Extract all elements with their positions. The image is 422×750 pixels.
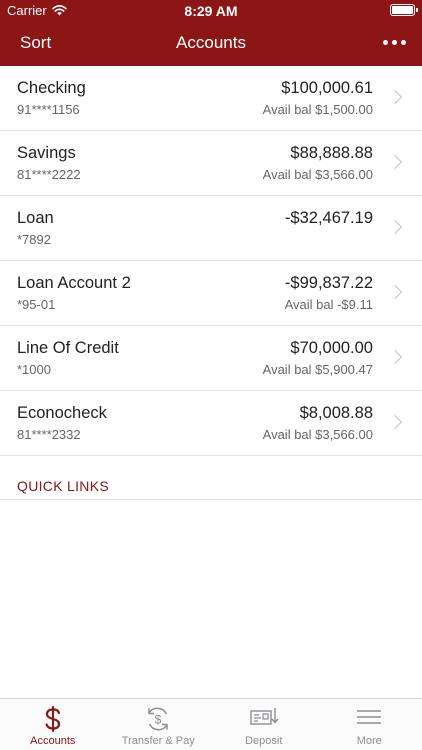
transfer-icon: $: [148, 707, 168, 731]
tab-deposit[interactable]: Deposit: [211, 699, 317, 750]
tab-label: Deposit: [245, 735, 283, 747]
account-number: *1000: [17, 362, 51, 377]
chevron-right-icon: [387, 154, 403, 170]
tab-accounts[interactable]: Accounts: [0, 699, 106, 750]
account-balance: $8,008.88: [299, 404, 373, 422]
sort-button[interactable]: Sort: [20, 33, 51, 53]
account-name: Savings: [17, 144, 76, 162]
quick-links-heading: QUICK LINKS: [17, 478, 109, 494]
account-number: 81****2222: [17, 167, 81, 182]
available-balance: Avail bal $3,566.00: [262, 167, 373, 182]
account-balance: $100,000.61: [281, 79, 373, 97]
account-number: 91****1156: [17, 102, 80, 117]
dot: [383, 40, 388, 45]
account-name: Line Of Credit: [17, 339, 119, 357]
chevron-right-icon: [387, 284, 403, 300]
tab-transfer-pay[interactable]: $ Transfer & Pay: [106, 699, 212, 750]
dot: [392, 40, 397, 45]
svg-text:$: $: [155, 713, 162, 727]
dot: [401, 40, 406, 45]
account-name: Loan: [17, 209, 54, 227]
available-balance: Avail bal $5,900.47: [262, 362, 373, 377]
chevron-right-icon: [387, 89, 403, 105]
account-balance: $88,888.88: [290, 144, 373, 162]
available-balance: Avail bal $3,566.00: [262, 427, 373, 442]
status-time: 8:29 AM: [184, 3, 238, 19]
more-options-icon[interactable]: [383, 40, 406, 45]
status-bar: Carrier 8:29 AM: [0, 0, 422, 22]
account-number: 81****2332: [17, 427, 81, 442]
chevron-right-icon: [387, 414, 403, 430]
account-name: Econocheck: [17, 404, 107, 422]
tab-more[interactable]: More: [317, 699, 422, 750]
account-row-loan-account-2[interactable]: Loan Account 2 *95-01 -$99,837.22 Avail …: [0, 261, 422, 326]
available-balance: Avail bal -$9.11: [284, 297, 373, 312]
tab-label: More: [356, 735, 382, 747]
page-title: Accounts: [176, 33, 246, 52]
chevron-right-icon: [387, 219, 403, 235]
account-row-savings[interactable]: Savings 81****2222 $88,888.88 Avail bal …: [0, 131, 422, 196]
account-balance: -$99,837.22: [284, 274, 373, 292]
tab-label: Accounts: [30, 735, 76, 747]
battery-icon: [390, 4, 418, 16]
dollar-icon: [45, 706, 60, 732]
accounts-list: Checking 91****1156 $100,000.61 Avail ba…: [0, 66, 422, 456]
status-right: [390, 4, 418, 16]
nav-bar: Sort Accounts: [0, 22, 422, 66]
account-number: *95-01: [17, 297, 56, 312]
menu-icon: [357, 710, 382, 724]
account-row-checking[interactable]: Checking 91****1156 $100,000.61 Avail ba…: [0, 66, 422, 131]
tab-label: Transfer & Pay: [121, 735, 195, 747]
tab-bar: Accounts $ Transfer & Pay Deposit More: [0, 698, 422, 750]
account-balance: $70,000.00: [290, 339, 373, 357]
available-balance: Avail bal $1,500.00: [262, 102, 373, 117]
account-number: *7892: [17, 232, 51, 247]
chevron-right-icon: [387, 349, 403, 365]
check-deposit-icon: [250, 708, 279, 725]
account-row-loan[interactable]: Loan *7892 -$32,467.19: [0, 196, 422, 261]
quick-links-section: QUICK LINKS: [0, 455, 422, 500]
account-row-line-of-credit[interactable]: Line Of Credit *1000 $70,000.00 Avail ba…: [0, 326, 422, 391]
account-row-econocheck[interactable]: Econocheck 81****2332 $8,008.88 Avail ba…: [0, 391, 422, 456]
account-name: Checking: [17, 79, 86, 97]
app-header: Carrier 8:29 AM Sort Accounts: [0, 0, 422, 66]
account-balance: -$32,467.19: [284, 209, 373, 227]
account-name: Loan Account 2: [17, 274, 131, 292]
